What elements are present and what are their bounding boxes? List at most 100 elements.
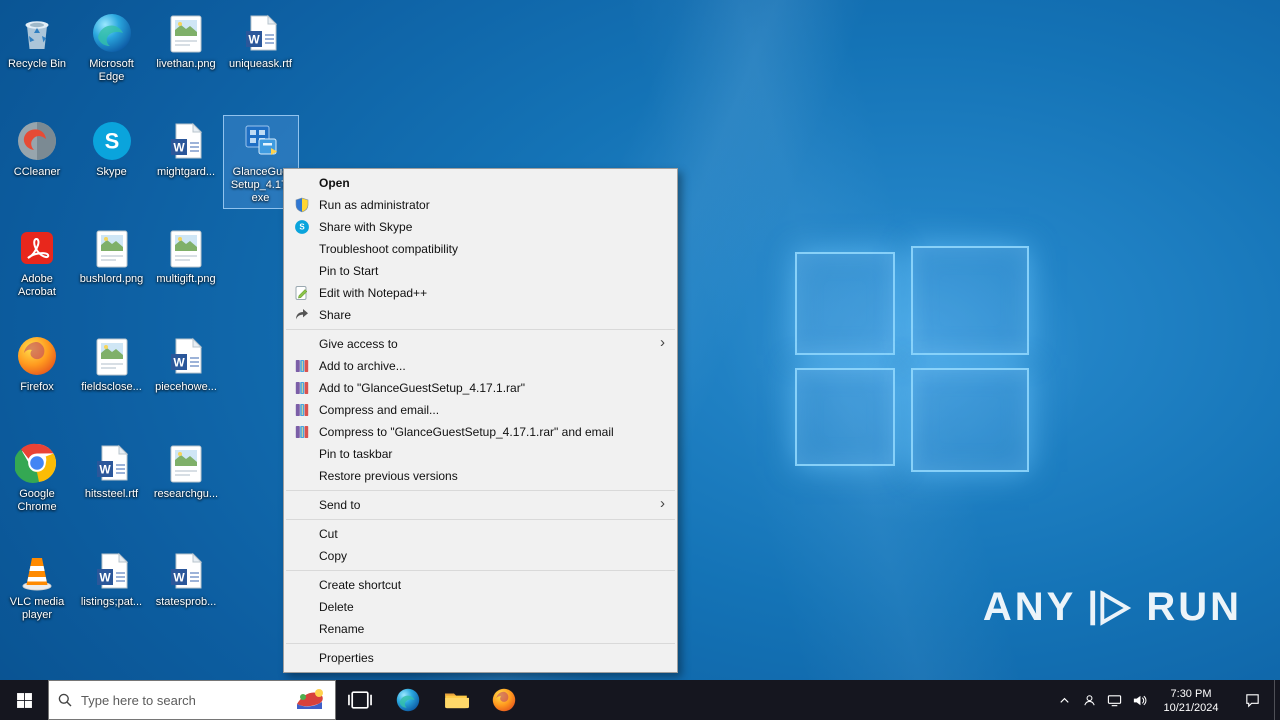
context-menu-item-add-to-glanceguestsetup-4-17-1-rar[interactable]: Add to "GlanceGuestSetup_4.17.1.rar" [284, 377, 677, 399]
taskbar-firefox-button[interactable] [480, 680, 528, 720]
menu-item-label: Add to "GlanceGuestSetup_4.17.1.rar" [319, 381, 525, 395]
system-tray: 7:30 PM 10/21/2024 [1052, 680, 1280, 720]
desktop-icon-label: Adobe Acrobat [18, 273, 56, 298]
menu-item-label: Open [319, 176, 350, 190]
skype-icon: S [89, 118, 135, 164]
menu-item-label: Restore previous versions [319, 469, 458, 483]
context-menu-item-compress-and-email[interactable]: Compress and email... [284, 399, 677, 421]
desktop-icon-microsoft-edge[interactable]: Microsoft Edge [75, 8, 149, 87]
clock-time: 7:30 PM [1170, 687, 1212, 700]
context-menu-item-pin-to-start[interactable]: Pin to Start [284, 260, 677, 282]
desktop-icon-livethan-png[interactable]: livethan.png [149, 8, 223, 74]
desktop-icon-recycle-bin[interactable]: Recycle Bin [0, 8, 74, 74]
context-menu: Open Run as administrator S Share with Skyp… [283, 168, 678, 673]
desktop-icon-vlc-media-player[interactable]: VLC media player [0, 546, 74, 625]
skype-icon: S [294, 219, 310, 235]
tray-network-display-button[interactable] [1102, 680, 1127, 720]
acrobat-icon [14, 225, 60, 271]
word-doc-icon: W [238, 10, 284, 56]
desktop-icon-label: bushlord.png [79, 273, 144, 285]
desktop-icon-ccleaner[interactable]: CCleaner [0, 116, 74, 182]
taskbar-file-explorer-button[interactable] [432, 680, 480, 720]
context-menu-item-share[interactable]: Share [284, 304, 677, 326]
desktop-icon-firefox[interactable]: Firefox [0, 331, 74, 397]
menu-item-label: Delete [319, 600, 354, 614]
desktop-icon-label: listings;pat... [80, 595, 143, 608]
action-center-button[interactable] [1230, 680, 1274, 720]
anyrun-watermark: ANY RUN [983, 585, 1242, 630]
svg-text:S: S [299, 223, 305, 232]
desktop-icon-label: Google Chrome [17, 488, 57, 513]
menu-separator [286, 490, 675, 491]
task-view-icon [347, 687, 373, 713]
context-menu-item-pin-to-taskbar[interactable]: Pin to taskbar [284, 443, 677, 465]
word-doc-icon: W [163, 118, 209, 164]
desktop-icon-fieldsclose[interactable]: fieldsclose... [75, 331, 149, 397]
menu-item-label: Send to [319, 498, 361, 512]
desktop-icon-multigift-png[interactable]: multigift.png [149, 223, 223, 289]
desktop-icon-label: Microsoft Edge [89, 58, 134, 83]
tray-volume-button[interactable] [1127, 680, 1152, 720]
share-icon [294, 307, 310, 323]
edge-icon [395, 687, 421, 713]
menu-item-label: Run as administrator [319, 198, 430, 212]
desktop-icon-mightgard[interactable]: Wmightgard... [149, 116, 223, 182]
taskbar-task-view-button[interactable] [336, 680, 384, 720]
context-menu-item-cut[interactable]: Cut [284, 523, 677, 545]
context-menu-item-restore-previous-versions[interactable]: Restore previous versions [284, 465, 677, 487]
chrome-icon [14, 440, 60, 486]
search-highlights-icon[interactable] [293, 685, 327, 715]
desktop-icon-label: livethan.png [156, 58, 216, 70]
context-menu-item-add-to-archive[interactable]: Add to archive... [284, 355, 677, 377]
desktop-icon-label: statesprob... [155, 595, 217, 608]
context-menu-item-properties[interactable]: Properties [284, 647, 677, 669]
desktop-icon-google-chrome[interactable]: Google Chrome [0, 438, 74, 517]
word-doc-icon: W [89, 440, 135, 486]
firefox-icon [14, 333, 60, 379]
watermark-text-run: RUN [1146, 585, 1242, 629]
svg-text:W: W [173, 570, 185, 584]
image-file-icon [89, 333, 135, 379]
context-menu-item-share-with-skype[interactable]: S Share with Skype [284, 216, 677, 238]
taskbar-search-box[interactable]: Type here to search [48, 680, 336, 720]
context-menu-item-compress-to-glanceguestsetup-4-17-1-rar-and-email[interactable]: Compress to "GlanceGuestSetup_4.17.1.rar… [284, 421, 677, 443]
context-menu-item-rename[interactable]: Rename [284, 618, 677, 640]
chevron-up-icon [1057, 693, 1072, 708]
tray-contact-person-button[interactable] [1077, 680, 1102, 720]
show-desktop-button[interactable] [1274, 680, 1280, 720]
context-menu-item-delete[interactable]: Delete [284, 596, 677, 618]
menu-separator [286, 519, 675, 520]
desktop-icon-bushlord-png[interactable]: bushlord.png [75, 223, 149, 289]
taskbar-clock[interactable]: 7:30 PM 10/21/2024 [1152, 686, 1230, 715]
desktop-icon-listings-pat[interactable]: Wlistings;pat... [75, 546, 149, 612]
context-menu-item-edit-with-notepad[interactable]: Edit with Notepad++ [284, 282, 677, 304]
desktop-icon-label: mightgard... [156, 165, 216, 178]
svg-text:W: W [173, 140, 185, 154]
context-menu-item-run-as-administrator[interactable]: Run as administrator [284, 194, 677, 216]
context-menu-item-open[interactable]: Open [284, 172, 677, 194]
uac-shield-icon [294, 197, 310, 213]
recycle-bin-icon [14, 10, 60, 56]
tray-chevron-up-button[interactable] [1052, 680, 1077, 720]
context-menu-item-copy[interactable]: Copy [284, 545, 677, 567]
desktop-icon-uniqueask-rtf[interactable]: Wuniqueask.rtf [224, 8, 298, 74]
desktop-icon-hitssteel-rtf[interactable]: Whitssteel.rtf [75, 438, 149, 504]
taskbar-edge-button[interactable] [384, 680, 432, 720]
context-menu-item-create-shortcut[interactable]: Create shortcut [284, 574, 677, 596]
context-menu-item-troubleshoot-compatibility[interactable]: Troubleshoot compatibility [284, 238, 677, 260]
desktop-icon-adobe-acrobat[interactable]: Adobe Acrobat [0, 223, 74, 302]
image-file-icon [163, 10, 209, 56]
start-button[interactable] [0, 680, 48, 720]
desktop-icon-skype[interactable]: S Skype [75, 116, 149, 182]
desktop[interactable]: Recycle Bin Microsoft Edge livethan.png Wun… [0, 0, 1280, 680]
desktop-icon-piecehowe[interactable]: Wpiecehowe... [149, 331, 223, 397]
search-placeholder: Type here to search [81, 692, 196, 708]
context-menu-item-send-to[interactable]: Send to › [284, 494, 677, 516]
submenu-chevron-icon: › [660, 334, 665, 351]
desktop-icon-statesprob[interactable]: Wstatesprob... [149, 546, 223, 612]
desktop-icon-researchgu[interactable]: researchgu... [149, 438, 223, 504]
edge-icon [89, 10, 135, 56]
winrar-icon [294, 358, 310, 374]
winrar-icon [294, 402, 310, 418]
context-menu-item-give-access-to[interactable]: Give access to › [284, 333, 677, 355]
